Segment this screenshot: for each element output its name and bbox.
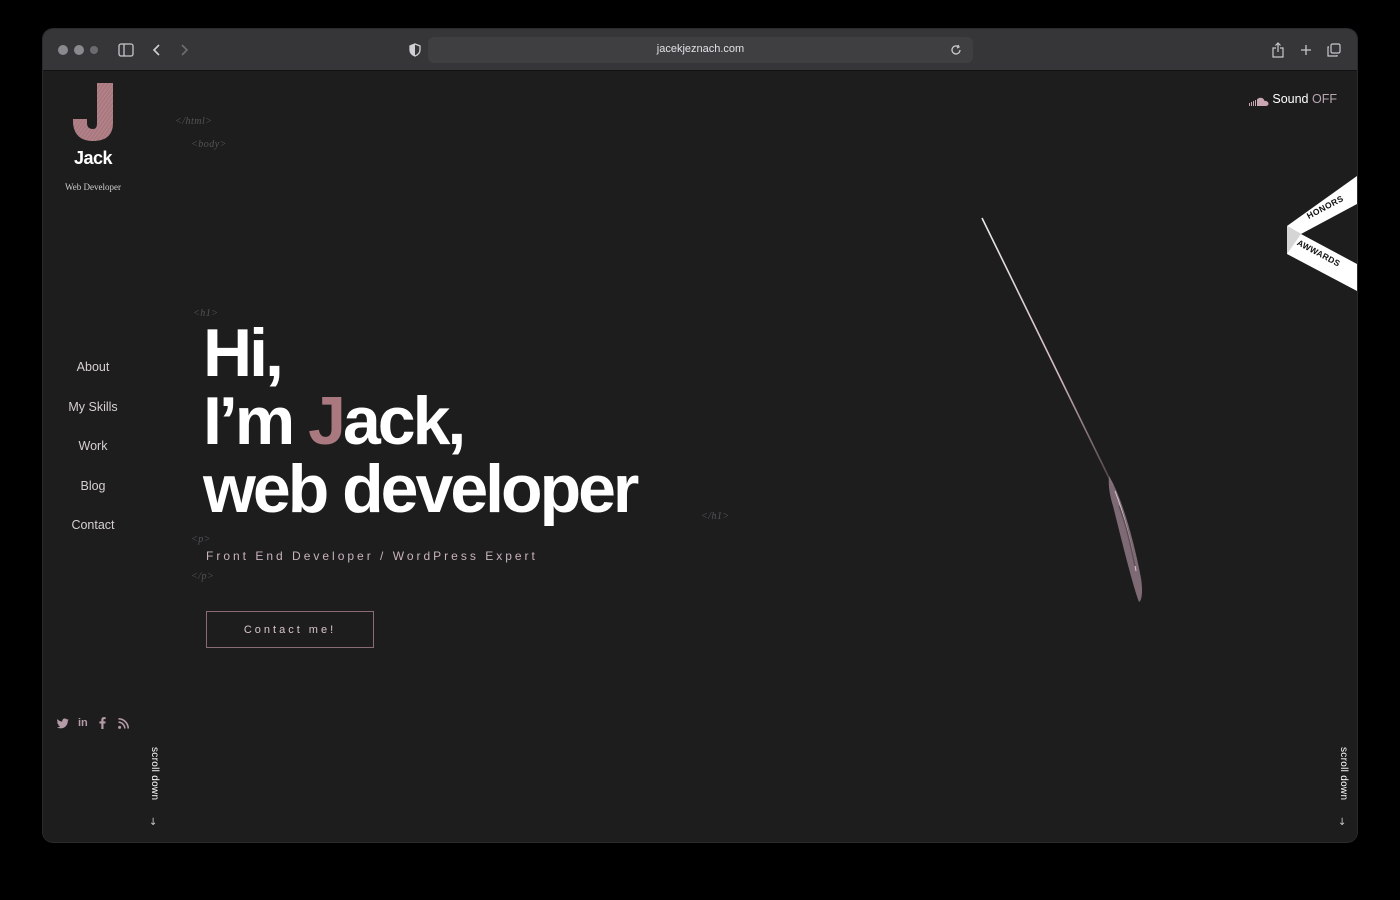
hero-line-1: Hi,: [203, 315, 284, 391]
awwwards-ribbon[interactable]: HONORS AWWARDS: [1285, 176, 1357, 291]
browser-toolbar: jacekjeznach.com: [43, 29, 1357, 71]
plus-icon[interactable]: [1296, 40, 1316, 60]
back-icon[interactable]: [147, 40, 167, 60]
scroll-down-left[interactable]: scroll down ↓: [149, 747, 163, 837]
nav-item-about[interactable]: About: [43, 359, 143, 399]
hero-accent-letter: J: [308, 383, 346, 459]
window-close-button[interactable]: [58, 45, 68, 55]
web-page: Jack Web Developer </html> <body> <h1> <…: [43, 71, 1357, 842]
code-tag-html: </html>: [175, 116, 213, 127]
sound-label: Sound: [1272, 92, 1309, 106]
social-links: in: [56, 716, 137, 733]
soundcloud-icon: [1249, 95, 1269, 107]
twitter-icon[interactable]: [56, 716, 69, 733]
tabs-icon[interactable]: [1324, 40, 1344, 60]
hero-subtitle: Front End Developer / WordPress Expert: [206, 549, 538, 563]
nav-item-my-skills[interactable]: My Skills: [43, 399, 143, 439]
url-text: jacekjeznach.com: [656, 43, 745, 55]
nav-item-work[interactable]: Work: [43, 438, 143, 478]
main-nav: About My Skills Work Blog Contact: [43, 359, 143, 557]
code-tag-p-close: </p>: [191, 571, 215, 582]
code-tag-p-open: <p>: [191, 534, 211, 545]
window-maximize-button[interactable]: [90, 46, 98, 54]
code-tag-body: <body>: [191, 139, 227, 150]
contact-me-button[interactable]: Contact me!: [206, 611, 374, 648]
shield-icon[interactable]: [405, 40, 425, 60]
arrow-down-icon: ↓: [149, 817, 158, 828]
linkedin-icon[interactable]: in: [78, 716, 88, 730]
hero-heading: Hi, I’m Jack, web developer: [203, 315, 639, 527]
sound-toggle[interactable]: Sound OFF: [1249, 92, 1337, 107]
nav-item-blog[interactable]: Blog: [43, 478, 143, 518]
sidebar-icon[interactable]: [116, 40, 136, 60]
reload-icon[interactable]: [946, 40, 966, 60]
scroll-down-right[interactable]: scroll down ↓: [1338, 747, 1352, 837]
nav-item-contact[interactable]: Contact: [43, 517, 143, 557]
share-icon[interactable]: [1268, 40, 1288, 60]
browser-window: jacekjeznach.com Jack Web Developer </ht…: [43, 29, 1357, 842]
code-tag-h1-close: </h1>: [701, 511, 730, 522]
hero-line-2: I’m Jack,: [203, 387, 636, 455]
hero-line-3: web developer: [203, 451, 639, 527]
hero-line-2-post: ack,: [342, 383, 466, 459]
arrow-down-icon: ↓: [1338, 817, 1347, 828]
comet-decoration: [963, 206, 1193, 626]
sound-state: OFF: [1312, 92, 1337, 106]
window-minimize-button[interactable]: [74, 45, 84, 55]
logo-name[interactable]: Jack: [43, 148, 143, 169]
logo-mark[interactable]: [71, 81, 117, 143]
rss-icon[interactable]: [118, 716, 129, 733]
logo-subtitle: Web Developer: [65, 182, 121, 192]
scroll-down-label: scroll down: [1338, 747, 1349, 801]
hero-line-2-pre: I’m: [203, 383, 309, 459]
facebook-icon[interactable]: [99, 716, 106, 733]
forward-icon[interactable]: [174, 40, 194, 60]
address-bar[interactable]: jacekjeznach.com: [428, 37, 973, 63]
scroll-down-label: scroll down: [149, 747, 160, 801]
